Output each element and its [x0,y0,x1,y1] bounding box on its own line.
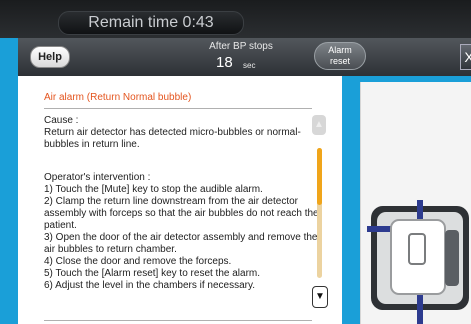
air-detector-illustration [367,200,469,324]
step-item: 2) Clamp the return line downstream from… [44,196,319,231]
alarm-header-bar: Help After BP stops 18 sec Alarm reset X [18,38,471,76]
remain-time-bar: Remain time 0:43 [0,0,471,38]
alarm-reset-label-line2: reset [329,56,350,66]
chevron-up-icon: ▲ [314,119,324,130]
step-item: 6) Adjust the level in the chambers if n… [44,280,256,291]
door-latch [445,230,459,286]
intervention-steps: 1) Touch the [Mute] key to stop the audi… [44,184,326,292]
alarm-reset-button[interactable]: Alarm reset [314,42,366,70]
cause-text: Return air detector has detected micro-b… [44,127,301,150]
help-button[interactable]: Help [30,46,70,68]
step-item: 3) Open the door of the air detector ass… [44,232,318,255]
bp-stop-value: 18 [216,54,233,71]
bp-stop-unit: sec [243,61,256,70]
remain-time-display: Remain time 0:43 [58,11,244,35]
chevron-down-icon: ▼ [315,291,325,302]
tube-top [417,200,423,222]
intervention-heading: Operator's intervention : [44,172,151,183]
title-divider [44,108,312,109]
scrollbar-thumb[interactable] [317,148,322,205]
scroll-up-button[interactable]: ▲ [312,115,326,135]
step-item: 4) Close the door and remove the forceps… [44,256,232,267]
tube-bottom [417,294,423,324]
bottom-divider [44,320,312,321]
bp-stop-label: After BP stops [209,41,273,52]
step-item: 5) Touch the [Alarm reset] key to reset … [44,268,261,279]
close-button[interactable]: X [460,44,471,70]
alarm-reset-label-line1: Alarm [328,45,352,55]
door-window [408,233,426,265]
cause-heading: Cause : [44,115,79,126]
illustration-panel [360,82,471,324]
alarm-title: Air alarm (Return Normal bubble) [44,92,192,103]
tube-left [367,226,391,232]
scroll-down-button[interactable]: ▼ [312,286,328,308]
scrollbar-track[interactable] [317,148,322,278]
alarm-help-panel: Air alarm (Return Normal bubble) Cause :… [18,76,342,324]
step-item: 1) Touch the [Mute] key to stop the audi… [44,184,263,195]
